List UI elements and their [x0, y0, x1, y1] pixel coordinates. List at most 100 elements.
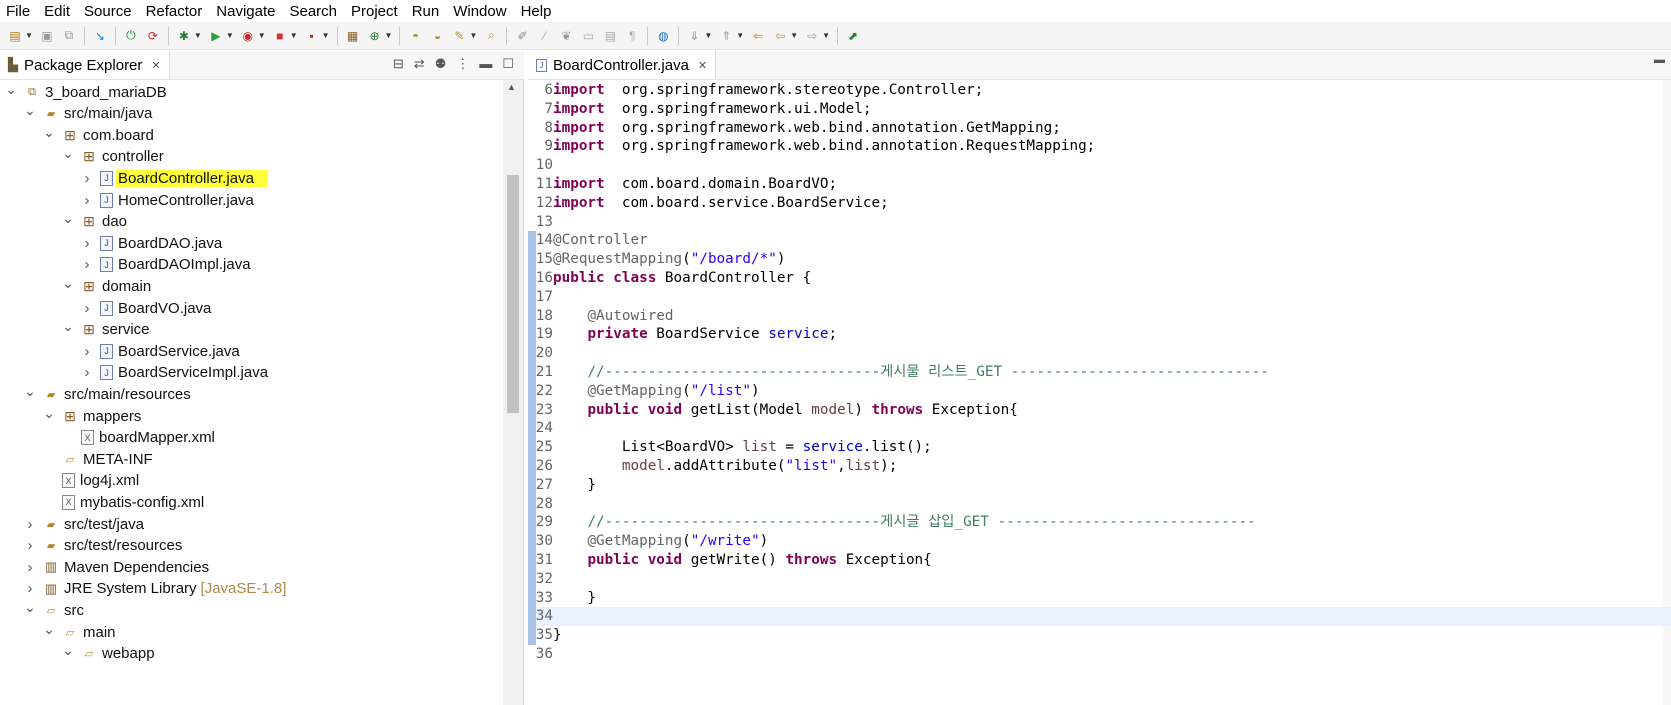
close-icon[interactable]: ✕ [151, 59, 160, 72]
tree-item[interactable]: ⌄ ⊞ domain [61, 275, 151, 297]
chevron-right-icon[interactable]: › [80, 192, 94, 209]
chevron-right-icon[interactable]: › [23, 537, 37, 554]
chevron-right-icon[interactable]: › [80, 364, 94, 381]
chevron-right-icon[interactable]: › [23, 559, 37, 576]
save-all-icon[interactable]: ⧉ [61, 28, 77, 44]
tree-item[interactable]: XboardMapper.xml [61, 427, 215, 449]
previous-annotation-icon[interactable]: ⇑ [718, 28, 734, 44]
tree-item[interactable]: ⌄ ⊞ dao [61, 210, 127, 233]
stop-icon[interactable]: ■ [272, 28, 288, 44]
forward-icon[interactable]: ⇨ [804, 28, 820, 44]
tree-item[interactable]: › J BoardController.java [80, 167, 268, 189]
chevron-down-icon[interactable]: ⌄ [23, 102, 37, 119]
coverage-dropdown-icon[interactable]: ▼ [258, 31, 266, 40]
menu-project[interactable]: Project [344, 3, 405, 20]
search-icon[interactable]: ⌕ [483, 28, 499, 44]
tree-item[interactable]: ⌄ ▰ src/main/resources [23, 383, 191, 405]
chevron-right-icon[interactable]: › [80, 256, 94, 273]
chevron-down-icon[interactable]: ⌄ [61, 642, 75, 659]
code-area[interactable]: 6 import org.springframework.stereotype.C… [528, 80, 1671, 705]
word-wrap-icon[interactable]: ▤ [602, 28, 618, 44]
tree-item[interactable]: › J HomeController.java [80, 189, 254, 211]
tree-item[interactable]: ⌄ ▰ src/main/java [23, 102, 152, 125]
tab-boardcontroller-java[interactable]: J BoardController.java ✕ [528, 51, 717, 79]
next-annotation-icon[interactable]: ⇓ [686, 28, 702, 44]
tree-item[interactable]: › J BoardVO.java [80, 297, 212, 319]
menu-source[interactable]: Source [77, 3, 139, 20]
chevron-right-icon[interactable]: › [80, 343, 94, 360]
pin-icon[interactable]: ⬈ [845, 28, 861, 44]
open-task-dropdown-icon[interactable]: ▼ [469, 31, 477, 40]
tree-item[interactable]: › ▥ Maven Dependencies [23, 556, 210, 578]
coverage-icon[interactable]: ◉ [240, 28, 256, 44]
chevron-down-icon[interactable]: ⌄ [61, 318, 75, 335]
back-dropdown-icon[interactable]: ▼ [790, 31, 798, 40]
external-tools-icon[interactable]: ▪ [304, 28, 320, 44]
tree-item[interactable]: › ▰ src/test/resources [23, 535, 183, 557]
debug-icon[interactable]: ✱ [176, 28, 192, 44]
tree-item[interactable]: ⌄ ⊞ service [61, 318, 149, 341]
tree-item[interactable]: ⌄ ⊞ controller [61, 145, 164, 168]
tree-item[interactable]: › J BoardDAOImpl.java [80, 254, 251, 276]
save-icon[interactable]: ▣ [39, 28, 55, 44]
menu-help[interactable]: Help [514, 3, 559, 20]
menu-edit[interactable]: Edit [37, 3, 77, 20]
tree-item[interactable]: › J BoardService.java [80, 340, 240, 362]
toggle-block-selection-icon[interactable]: ⁄ [536, 28, 552, 44]
chevron-down-icon[interactable]: ⌄ [42, 621, 56, 638]
tree-item[interactable]: ⌄ ⧉ 3_board_mariaDB [4, 81, 167, 103]
tree-item[interactable]: ⌄ ▱ webapp [61, 642, 154, 665]
tree-item[interactable]: Xmybatis-config.xml [42, 491, 204, 513]
last-edit-location-icon[interactable]: ⇐ [750, 28, 766, 44]
globe-icon[interactable]: ◍ [655, 28, 671, 44]
refresh-icon[interactable]: ⟳ [145, 28, 161, 44]
menu-search[interactable]: Search [282, 3, 344, 20]
chevron-right-icon[interactable]: › [80, 170, 94, 187]
run-dropdown-icon[interactable]: ▼ [226, 31, 234, 40]
forward-dropdown-icon[interactable]: ▼ [822, 31, 830, 40]
menu-run[interactable]: Run [405, 3, 447, 20]
tab-package-explorer[interactable]: ▙ Package Explorer ✕ [0, 51, 170, 79]
minimize-icon[interactable]: ▬ [479, 56, 492, 72]
chevron-right-icon[interactable]: › [80, 300, 94, 317]
link-with-editor-icon[interactable]: ⇄ [414, 56, 425, 72]
new-package-dropdown-icon[interactable]: ▼ [385, 31, 393, 40]
tree-item[interactable]: ⌄ ⊞ mappers [42, 405, 141, 427]
view-menu-icon[interactable]: ⋮ [456, 56, 469, 72]
stop-dropdown-icon[interactable]: ▼ [290, 31, 298, 40]
chevron-down-icon[interactable]: ⌄ [4, 81, 18, 98]
scrollbar-thumb[interactable] [507, 175, 519, 413]
tree-item[interactable]: ⌄ ⊞ com.board [42, 124, 154, 146]
skip-breakpoints-icon[interactable]: ↘ [92, 28, 108, 44]
scroll-up-icon[interactable]: ▲ [507, 82, 516, 92]
chevron-down-icon[interactable]: ⌄ [61, 145, 75, 162]
tree-item[interactable]: › J BoardServiceImpl.java [80, 362, 269, 384]
new-dropdown-icon[interactable]: ▼ [25, 31, 33, 40]
new-class-icon[interactable]: ◓ [407, 28, 423, 44]
chevron-right-icon[interactable]: › [23, 516, 37, 533]
minimize-icon[interactable]: ▬ [1654, 54, 1665, 66]
chevron-right-icon[interactable]: › [23, 580, 37, 597]
previous-annotation-dropdown-icon[interactable]: ▼ [736, 31, 744, 40]
tree-item[interactable]: Xlog4j.xml [42, 470, 139, 492]
collapse-all-icon[interactable]: ⊟ [393, 56, 404, 72]
server-start-icon[interactable]: ⏻ [123, 28, 139, 44]
close-icon[interactable]: ✕ [698, 59, 707, 72]
tree-item[interactable]: ⌄ ▱ src [23, 599, 84, 621]
chevron-down-icon[interactable]: ⌄ [23, 599, 37, 616]
tree-item[interactable]: ▱ META-INF [42, 448, 153, 470]
maximize-icon[interactable]: ☐ [502, 56, 514, 72]
next-annotation-dropdown-icon[interactable]: ▼ [704, 31, 712, 40]
run-icon[interactable]: ▶ [208, 28, 224, 44]
new-java-project-icon[interactable]: ▦ [345, 28, 361, 44]
chevron-down-icon[interactable]: ⌄ [42, 124, 56, 141]
pilcrow-icon[interactable]: ¶ [624, 28, 640, 44]
tree-item[interactable]: › ▰ src/test/java [23, 513, 145, 535]
chevron-down-icon[interactable]: ⌄ [61, 210, 75, 227]
menu-refactor[interactable]: Refactor [139, 3, 210, 20]
open-type-icon[interactable]: ◒ [429, 28, 445, 44]
tree-item[interactable]: ⌄ ▱ main [42, 621, 115, 643]
chevron-down-icon[interactable]: ⌄ [42, 405, 56, 422]
tree-scrollbar[interactable]: ▲ [503, 80, 523, 705]
toggle-mark-occurrences-icon[interactable]: ✐ [514, 28, 530, 44]
